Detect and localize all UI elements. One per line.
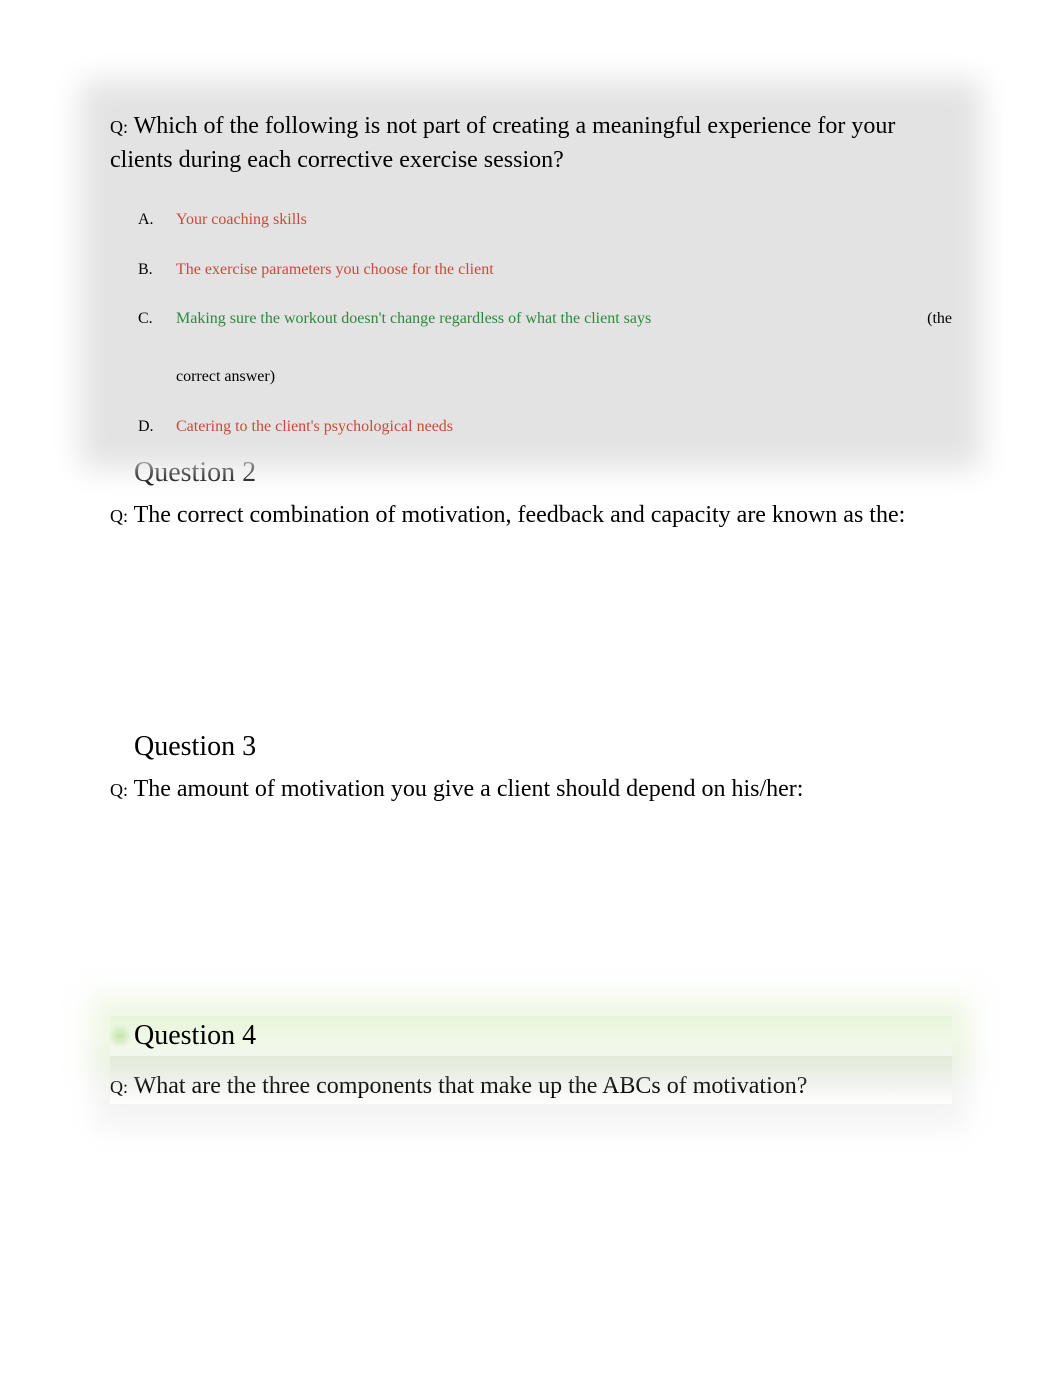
question-4-prompt: Q: What are the three components that ma… [110,1056,952,1104]
question-1-text: Which of the following is not part of cr… [110,113,895,173]
answer-text: Your coaching skills [176,207,307,233]
question-4-header: Question 4 [134,1020,952,1052]
q-label: Q: [110,780,128,800]
answer-letter: A. [138,207,158,233]
correct-note-open: (the [927,306,952,332]
answer-letter: C. [138,306,158,332]
question-3: Question 3 Q: The amount of motivation y… [110,731,952,1007]
answer-text: The exercise parameters you choose for t… [176,257,494,283]
answer-d: D. Catering to the client's psychologica… [138,414,952,440]
question-2-text: The correct combination of motivation, f… [134,502,906,528]
blank-space [110,826,952,1006]
question-1-prompt: Q: Which of the following is not part of… [110,110,952,177]
question-4: Question 4 Q: What are the three compone… [110,1016,952,1104]
question-1-answers: A. Your coaching skills B. The exercise … [110,197,952,439]
answer-b: B. The exercise parameters you choose fo… [138,257,952,283]
q-label: Q: [110,117,128,137]
question-3-header: Question 3 [134,731,952,763]
answer-a: A. Your coaching skills [138,207,952,233]
q-label: Q: [110,506,128,526]
question-2-prompt: Q: The correct combination of motivation… [110,499,952,533]
answer-c: C. Making sure the workout doesn't chang… [138,306,952,389]
answer-letter: B. [138,257,158,283]
correct-indicator-icon [108,1024,132,1048]
answer-letter: D. [138,414,158,440]
question-3-prompt: Q: The amount of motivation you give a c… [110,773,952,807]
question-1: Q: Which of the following is not part of… [110,110,952,439]
answer-text: Making sure the workout doesn't change r… [176,306,651,332]
correct-note-close: correct answer) [176,368,275,385]
question-3-text: The amount of motivation you give a clie… [134,776,804,802]
q-label: Q: [110,1077,128,1097]
blank-space [110,553,952,713]
answer-text: Catering to the client's psychological n… [176,414,453,440]
question-2-header: Question 2 [134,457,952,489]
question-2: Question 2 Q: The correct combination of… [110,457,952,713]
question-4-text: What are the three components that make … [134,1073,808,1099]
